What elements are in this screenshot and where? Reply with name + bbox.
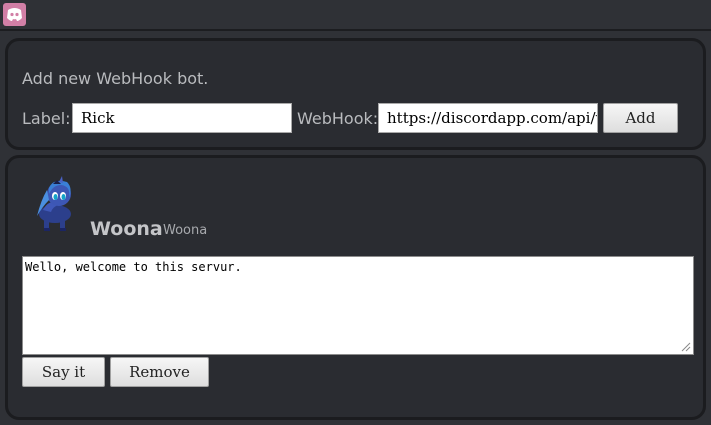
add-webhook-heading: Add new WebHook bot. (22, 69, 209, 88)
label-input[interactable]: Rick (72, 103, 292, 133)
message-text: Wello, welcome to this servur. (25, 260, 242, 274)
say-it-button[interactable]: Say it (22, 357, 105, 387)
discord-logo-icon[interactable] (3, 3, 26, 26)
webhook-input[interactable]: https://discordapp.com/api/webhook (378, 103, 598, 133)
add-button[interactable]: Add (603, 103, 678, 133)
message-textarea[interactable]: Wello, welcome to this servur. (22, 256, 694, 355)
add-webhook-panel: Add new WebHook bot. Label: Rick WebHook… (5, 38, 706, 150)
resize-grip-icon[interactable] (680, 341, 691, 352)
webhook-field-label: WebHook: (297, 109, 379, 128)
remove-button[interactable]: Remove (110, 357, 209, 387)
top-bar (0, 0, 711, 31)
bot-name: Woona (90, 218, 163, 240)
pony-avatar-icon (23, 176, 83, 234)
webhook-bot-card: Woona Woona Wello, welcome to this servu… (5, 155, 706, 420)
label-field-label: Label: (22, 109, 71, 128)
bot-label: Woona (163, 223, 208, 238)
